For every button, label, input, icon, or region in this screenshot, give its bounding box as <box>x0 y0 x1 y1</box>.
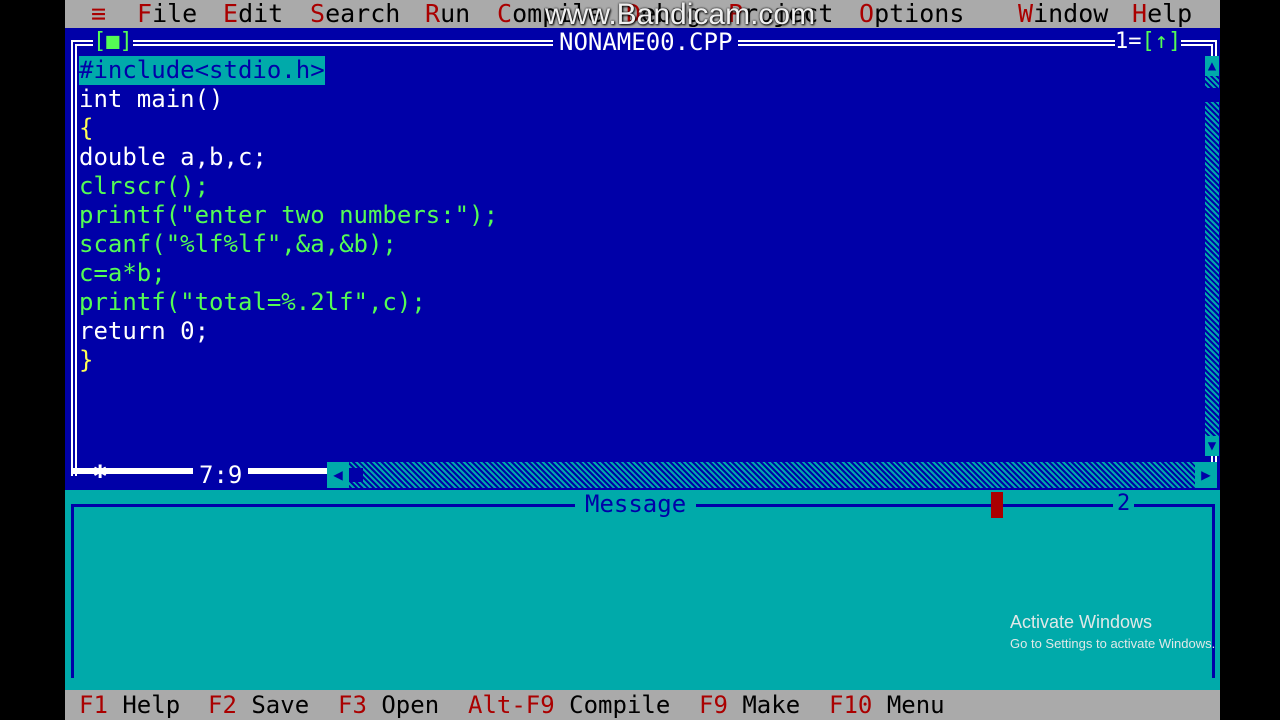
fkey-label: Compile <box>569 691 671 719</box>
fkey-make[interactable]: F9 Make <box>699 690 800 720</box>
fkey-key: Alt-F9 <box>468 691 555 719</box>
close-box-icon: [■] <box>93 29 133 54</box>
scroll-left-icon[interactable]: ◀ <box>327 462 349 488</box>
menu-options-label: ptions <box>874 0 965 28</box>
code-line[interactable]: double a,b,c; <box>79 143 498 172</box>
fkey-help[interactable]: F1 Help <box>79 690 180 720</box>
editor-close-button[interactable]: [■] <box>93 28 133 56</box>
menu-window[interactable]: Window <box>1018 0 1108 28</box>
turbo-c-screen: ≡ File Edit Search Run Compile Debug Pro… <box>65 0 1220 720</box>
menu-file-label: ile <box>152 0 198 28</box>
message-window-frame <box>71 504 1215 678</box>
code-line[interactable]: int main() <box>79 85 498 114</box>
vertical-scrollbar[interactable]: ▲ ▼ <box>1205 56 1219 456</box>
editor-window-controls: 1=[↑] <box>1115 28 1182 56</box>
message-window-title: Message <box>575 490 697 518</box>
code-line[interactable]: return 0; <box>79 317 498 346</box>
menu-edit-hotkey: E <box>223 0 239 28</box>
menu-help-hotkey: H <box>1132 0 1148 28</box>
menu-window-label: indow <box>1033 0 1109 28</box>
code-line[interactable]: c=a*b; <box>79 259 498 288</box>
menu-edit[interactable]: Edit <box>223 0 283 28</box>
fkey-label: Open <box>381 691 440 719</box>
menu-run-label: un <box>440 0 471 28</box>
fkey-compile[interactable]: Alt-F9 Compile <box>468 690 670 720</box>
fkey-save[interactable]: F2 Save <box>208 690 309 720</box>
vertical-scroll-thumb[interactable] <box>1205 88 1219 102</box>
fkey-key: F3 <box>338 691 367 719</box>
fkey-key: F9 <box>699 691 728 719</box>
zoom-box-icon[interactable]: [↑] <box>1142 29 1182 54</box>
activate-windows-title: Activate Windows <box>1010 612 1153 632</box>
fkey-open[interactable]: F3 Open <box>338 690 439 720</box>
code-line[interactable]: { <box>79 114 498 143</box>
cursor-position: 7:9 <box>193 460 249 490</box>
menu-search-hotkey: S <box>310 0 326 28</box>
menu-options[interactable]: Options <box>859 0 964 28</box>
code-line[interactable]: #include<stdio.h> <box>79 56 325 85</box>
fkey-key: F1 <box>79 691 108 719</box>
code-editor[interactable]: #include<stdio.h> int main() { double a,… <box>79 56 498 375</box>
code-line[interactable]: } <box>79 346 498 375</box>
scroll-right-icon[interactable]: ▶ <box>1195 462 1217 488</box>
scroll-up-icon[interactable]: ▲ <box>1205 56 1219 76</box>
message-window[interactable]: Message 2 <box>65 490 1220 690</box>
code-line[interactable]: printf("total=%.2lf",c); <box>79 288 498 317</box>
menu-run-hotkey: R <box>425 0 441 28</box>
editor-window-number: 1 <box>1115 29 1129 54</box>
code-line[interactable]: printf("enter two numbers:"); <box>79 201 498 230</box>
menu-help-label: elp <box>1147 0 1193 28</box>
horizontal-scroll-thumb[interactable] <box>349 468 363 482</box>
menu-help[interactable]: Help <box>1132 0 1192 28</box>
code-line[interactable]: clrscr(); <box>79 172 498 201</box>
fkey-label: Make <box>742 691 801 719</box>
menu-options-hotkey: O <box>859 0 875 28</box>
fkey-label: Help <box>122 691 181 719</box>
fkey-label: Menu <box>886 691 945 719</box>
menu-run[interactable]: Run <box>425 0 470 28</box>
menu-compile-hotkey: C <box>497 0 513 28</box>
code-line[interactable]: scanf("%lf%lf",&a,&b); <box>79 230 498 259</box>
message-window-number: 2 <box>1113 490 1135 518</box>
fkey-menu[interactable]: F10 Menu <box>829 690 945 720</box>
message-marker-icon[interactable] <box>991 492 1003 518</box>
scroll-down-icon[interactable]: ▼ <box>1205 436 1219 456</box>
fkey-key: F10 <box>829 691 873 719</box>
menu-window-hotkey: W <box>1018 0 1034 28</box>
activate-windows-subtitle: Go to Settings to activate Windows. <box>1010 636 1216 651</box>
menu-file-hotkey: F <box>137 0 153 28</box>
fkey-key: F2 <box>208 691 237 719</box>
fkey-label: Save <box>251 691 310 719</box>
function-key-bar: F1 Help F2 Save F3 Open Alt-F9 Compile F… <box>65 690 1220 720</box>
menu-sys[interactable]: ≡ <box>91 0 106 28</box>
menu-edit-label: dit <box>238 0 284 28</box>
editor-title: NONAME00.CPP <box>553 28 739 56</box>
bandicam-watermark: www.Bandicam.com <box>545 0 816 31</box>
menu-file[interactable]: File <box>137 0 197 28</box>
menu-search-label: earch <box>325 0 401 28</box>
horizontal-scrollbar[interactable]: ◀ ▶ <box>327 462 1217 488</box>
menu-search[interactable]: Search <box>310 0 400 28</box>
